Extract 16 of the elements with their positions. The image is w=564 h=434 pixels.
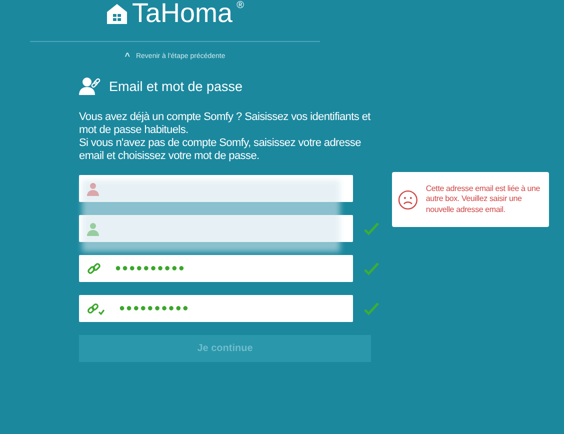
password-field[interactable]: ●●●●●●●●●● — [79, 255, 354, 282]
check-icon — [364, 262, 379, 276]
user-link-icon — [79, 77, 101, 95]
registered-mark: ® — [236, 0, 244, 12]
intro-text: Vous avez déjà un compte Somfy ? Saisissez vos identifiants et mot de passe habituels. — [79, 111, 372, 137]
check-icon — [364, 222, 379, 236]
check-icon — [364, 302, 379, 316]
error-message: Cette adresse email est liée à une autre box. Veuillez saisir une nouvelle adresse email. — [426, 184, 542, 216]
password-field[interactable]: ●●●●●●●●●● — [79, 295, 354, 322]
house-icon — [106, 3, 128, 25]
sad-face-icon — [398, 190, 418, 210]
email-field[interactable] — [79, 215, 354, 242]
email-field[interactable] — [79, 175, 354, 202]
section-title: Email et mot de passe — [109, 78, 243, 94]
intro-text: Si vous n'avez pas de compte Somfy, saisissez votre adresse email et choisissez votre mot de passe. — [79, 137, 362, 163]
brand-logo: TaHoma — [132, 0, 233, 26]
